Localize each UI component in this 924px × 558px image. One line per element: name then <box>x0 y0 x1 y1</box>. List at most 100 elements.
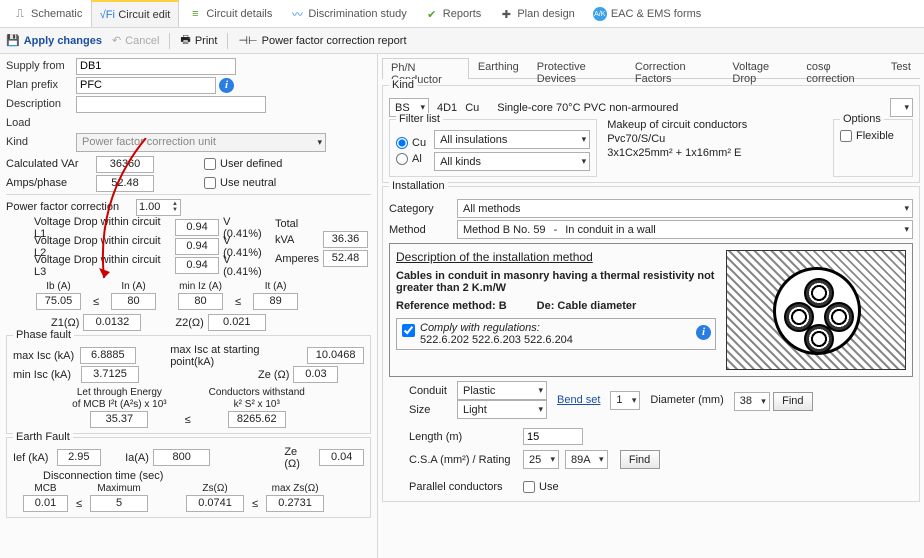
ief-value: 2.95 <box>57 449 102 466</box>
miniz-label: min Iz (A) <box>179 281 222 292</box>
left-panel: Supply from Plan prefixi Description Loa… <box>0 54 378 558</box>
diameter-select[interactable]: 38 <box>734 392 770 411</box>
tab-phn-conductor[interactable]: Ph/N Conductor <box>382 58 469 79</box>
minisc-value: 3.7125 <box>81 366 139 383</box>
amps-value[interactable]: 52.48 <box>96 175 154 192</box>
find-csa-button[interactable]: Find <box>620 450 660 469</box>
ib-value: 75.05 <box>36 293 81 310</box>
kind-extra-select[interactable] <box>890 98 913 117</box>
tab-protective[interactable]: Protective Devices <box>528 57 626 78</box>
vd-l2[interactable]: 0.94 <box>175 238 219 255</box>
info-icon[interactable]: i <box>696 325 711 340</box>
max-disc-value: 5 <box>90 495 148 512</box>
install-desc-body: Cables in conduit in masonry having a th… <box>396 270 716 294</box>
filter-group: Filter list Cu Al All insulations All ki… <box>389 119 597 177</box>
tab-plan-design[interactable]: ✚Plan design <box>490 0 584 27</box>
cancel-button[interactable]: ↶Cancel <box>112 34 159 47</box>
tab-cosphi[interactable]: cosφ correction <box>797 57 881 78</box>
length-input[interactable] <box>523 428 583 445</box>
pf-correction-spinner[interactable]: 1.00▲▼ <box>136 199 181 216</box>
conduit-select[interactable]: Plastic <box>457 381 547 400</box>
phase-fault-group: Phase fault max Isc (kA)6.8885 max Isc a… <box>6 335 371 434</box>
print-button[interactable]: 🖶Print <box>180 31 217 50</box>
maxisc-start-label: max Isc at starting point(kA) <box>170 344 303 368</box>
supply-from-label: Supply from <box>6 60 76 72</box>
ze-earth-label: Ze (Ω) <box>284 446 315 470</box>
load-label: Load <box>6 117 76 129</box>
bendset-select[interactable]: 1 <box>610 391 640 410</box>
description-input[interactable] <box>76 96 266 113</box>
miniz-value: 80 <box>178 293 223 310</box>
use-parallel-check[interactable]: Use <box>523 481 559 493</box>
cw-value: 8265.62 <box>228 411 286 428</box>
conduit-diagram <box>726 250 906 370</box>
conduit-label: Conduit <box>409 385 453 397</box>
vd-l3[interactable]: 0.94 <box>175 257 219 274</box>
size-select[interactable]: Light <box>457 400 547 419</box>
tab-eac-ems[interactable]: A/KEAC & EMS forms <box>584 0 710 27</box>
vd-l1[interactable]: 0.94 <box>175 219 219 236</box>
amperes-value: 52.48 <box>323 250 368 267</box>
save-icon: 💾 <box>6 34 20 47</box>
tab-circuit-details[interactable]: ≡Circuit details <box>179 0 281 27</box>
lte-value: 35.37 <box>90 411 148 428</box>
method-select[interactable]: Method B No. 59-In conduit in a wall <box>457 220 913 239</box>
pf-correction-label: Power factor correction <box>6 201 136 213</box>
tab-earthing[interactable]: Earthing <box>469 57 528 78</box>
radio-al[interactable]: Al <box>396 153 426 165</box>
pfc-report-button[interactable]: ⊣⊢Power factor correction report <box>238 34 406 47</box>
comply-check[interactable] <box>402 324 415 337</box>
radio-cu[interactable]: Cu <box>396 137 426 149</box>
mcb-value: 0.01 <box>23 495 68 512</box>
insulation-select[interactable]: All insulations <box>434 130 590 149</box>
z1-value: 0.0132 <box>83 314 141 331</box>
supply-from-input[interactable] <box>76 58 236 75</box>
install-method-box: Description of the installation method C… <box>389 243 913 377</box>
use-neutral-check[interactable]: Use neutral <box>204 177 276 189</box>
it-value: 89 <box>253 293 298 310</box>
amps-label: Amps/phase <box>6 177 96 189</box>
installation-group: Installation CategoryAll methods Method … <box>382 186 920 502</box>
description-label: Description <box>6 98 76 110</box>
list-icon: ≡ <box>188 7 202 21</box>
ief-label: Ief (kA) <box>13 452 53 464</box>
csa-label: C.S.A (mm²) / Rating <box>409 454 519 466</box>
info-icon[interactable]: i <box>219 78 234 93</box>
maxisc-label: max Isc (kA) <box>13 350 76 362</box>
ze-value: 0.03 <box>293 366 338 383</box>
kind-select: Power factor correction unit <box>76 133 326 152</box>
print-icon: 🖶 <box>180 31 190 50</box>
tab-reports[interactable]: ✔Reports <box>416 0 491 27</box>
find-diameter-button[interactable]: Find <box>773 392 813 411</box>
in-value: 80 <box>111 293 156 310</box>
earth-fault-group: Earth Fault Ief (kA)2.95 Ia(A)800 Ze (Ω)… <box>6 437 371 518</box>
zs-value: 0.0741 <box>186 495 244 512</box>
calc-var-value[interactable]: 36360 <box>96 156 154 173</box>
kinds-select[interactable]: All kinds <box>434 152 590 171</box>
tab-schematic[interactable]: ⎍Schematic <box>4 0 91 27</box>
length-label: Length (m) <box>409 431 519 443</box>
apply-button[interactable]: 💾Apply changes <box>6 34 102 47</box>
category-label: Category <box>389 203 449 215</box>
category-select[interactable]: All methods <box>457 199 913 218</box>
bendset-link[interactable]: Bend set <box>557 394 600 406</box>
tab-discrimination[interactable]: 〰Discrimination study <box>281 0 415 27</box>
minisc-label: min Isc (kA) <box>13 369 77 381</box>
plan-prefix-input[interactable] <box>76 77 216 94</box>
csa-amp-select[interactable]: 89A <box>565 450 608 469</box>
options-group: Options Flexible <box>833 119 913 177</box>
z1-label: Z1(Ω) <box>51 317 79 329</box>
user-defined-check[interactable]: User defined <box>204 158 282 170</box>
csa-select[interactable]: 25 <box>523 450 559 469</box>
method-label: Method <box>389 224 449 236</box>
flexible-check[interactable]: Flexible <box>840 130 906 142</box>
maxisc-value: 6.8885 <box>80 347 137 364</box>
tab-voltage-drop[interactable]: Voltage Drop <box>723 57 797 78</box>
it-label: It (A) <box>265 281 287 292</box>
report-icon: ✔ <box>425 7 439 21</box>
makeup-block: Makeup of circuit conductors Pvc70/S/Cu … <box>607 119 823 177</box>
tab-correction[interactable]: Correction Factors <box>626 57 724 78</box>
tab-test[interactable]: Test <box>882 57 920 78</box>
amperes-label: Amperes <box>275 253 319 265</box>
tab-circuit-edit[interactable]: √FiCircuit edit <box>91 0 179 27</box>
